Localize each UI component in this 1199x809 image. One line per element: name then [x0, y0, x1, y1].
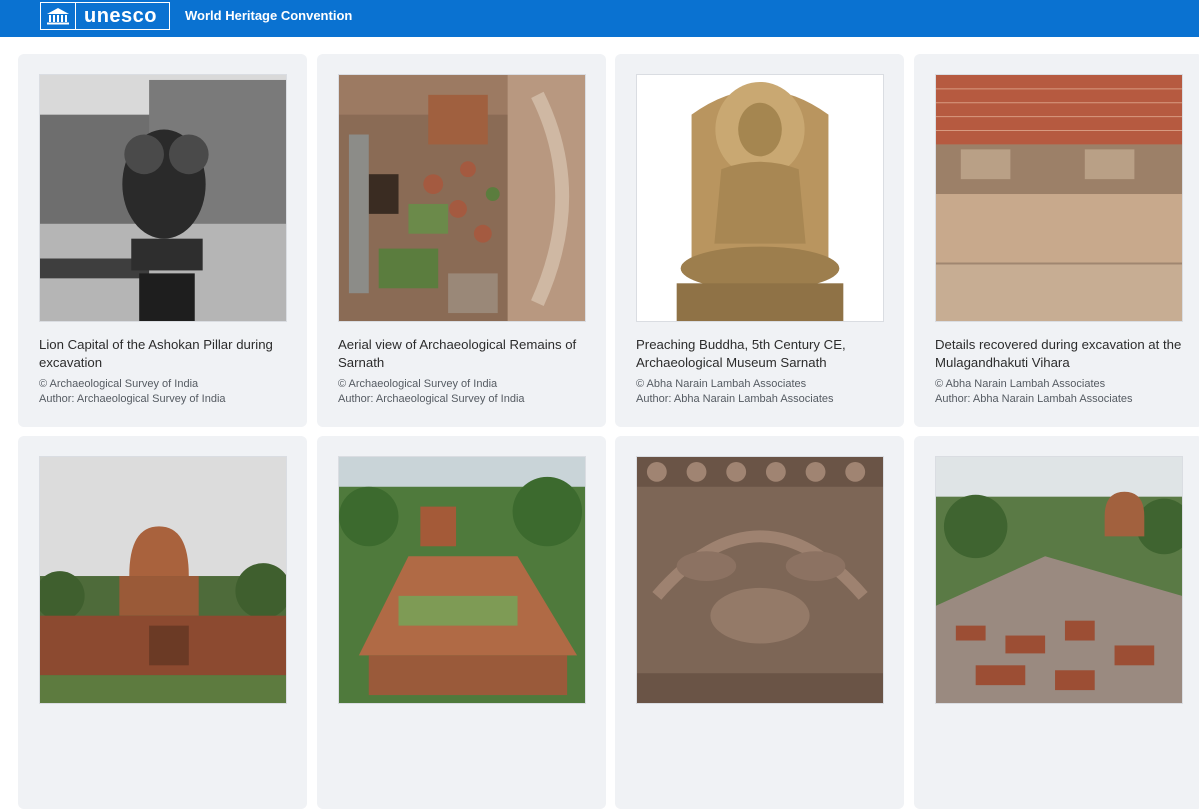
- image-author: Author: Archaeological Survey of India: [338, 393, 525, 405]
- image-caption: Details recovered during excavation at t…: [935, 337, 1182, 370]
- gallery-card[interactable]: Details recovered during excavation at t…: [914, 54, 1199, 427]
- gallery-image-chaukhandi-stupa[interactable]: [338, 456, 586, 704]
- gallery-image-aerial-view[interactable]: [338, 74, 586, 322]
- image-author: Author: Abha Narain Lambah Associates: [935, 393, 1133, 405]
- site-header: unesco World Heritage Convention: [0, 0, 1199, 37]
- image-author: Author: Archaeological Survey of India: [39, 393, 226, 405]
- gallery-card[interactable]: Preaching Buddha, 5th Century CE, Archae…: [615, 54, 904, 427]
- gallery-card[interactable]: [615, 436, 904, 809]
- image-copyright: © Archaeological Survey of India: [338, 378, 498, 390]
- gallery-card[interactable]: [18, 436, 307, 809]
- gallery-card[interactable]: [317, 436, 606, 809]
- image-copyright: © Abha Narain Lambah Associates: [935, 378, 1106, 390]
- gallery-image-site-overview[interactable]: [935, 456, 1183, 704]
- gallery-image-stone-carving[interactable]: [636, 456, 884, 704]
- gallery-image-preaching-buddha[interactable]: [636, 74, 884, 322]
- temple-logo-icon: [41, 3, 76, 29]
- gallery-image-lion-capital[interactable]: [39, 74, 287, 322]
- image-copyright: © Abha Narain Lambah Associates: [636, 378, 807, 390]
- unesco-logo[interactable]: unesco: [40, 2, 170, 30]
- image-caption: Aerial view of Archaeological Remains of…: [338, 337, 577, 370]
- image-copyright: © Archaeological Survey of India: [39, 378, 199, 390]
- gallery-card[interactable]: Aerial view of Archaeological Remains of…: [317, 54, 606, 427]
- site-title[interactable]: World Heritage Convention: [185, 8, 352, 23]
- gallery-image-mulagandhakuti-details[interactable]: [935, 74, 1183, 322]
- image-author: Author: Abha Narain Lambah Associates: [636, 393, 834, 405]
- image-caption: Preaching Buddha, 5th Century CE, Archae…: [636, 337, 846, 370]
- gallery-image-dhamekh-stupa[interactable]: [39, 456, 287, 704]
- gallery-card[interactable]: Lion Capital of the Ashokan Pillar durin…: [18, 54, 307, 427]
- gallery-card[interactable]: [914, 436, 1199, 809]
- logo-text: unesco: [84, 5, 158, 27]
- image-caption: Lion Capital of the Ashokan Pillar durin…: [39, 337, 273, 370]
